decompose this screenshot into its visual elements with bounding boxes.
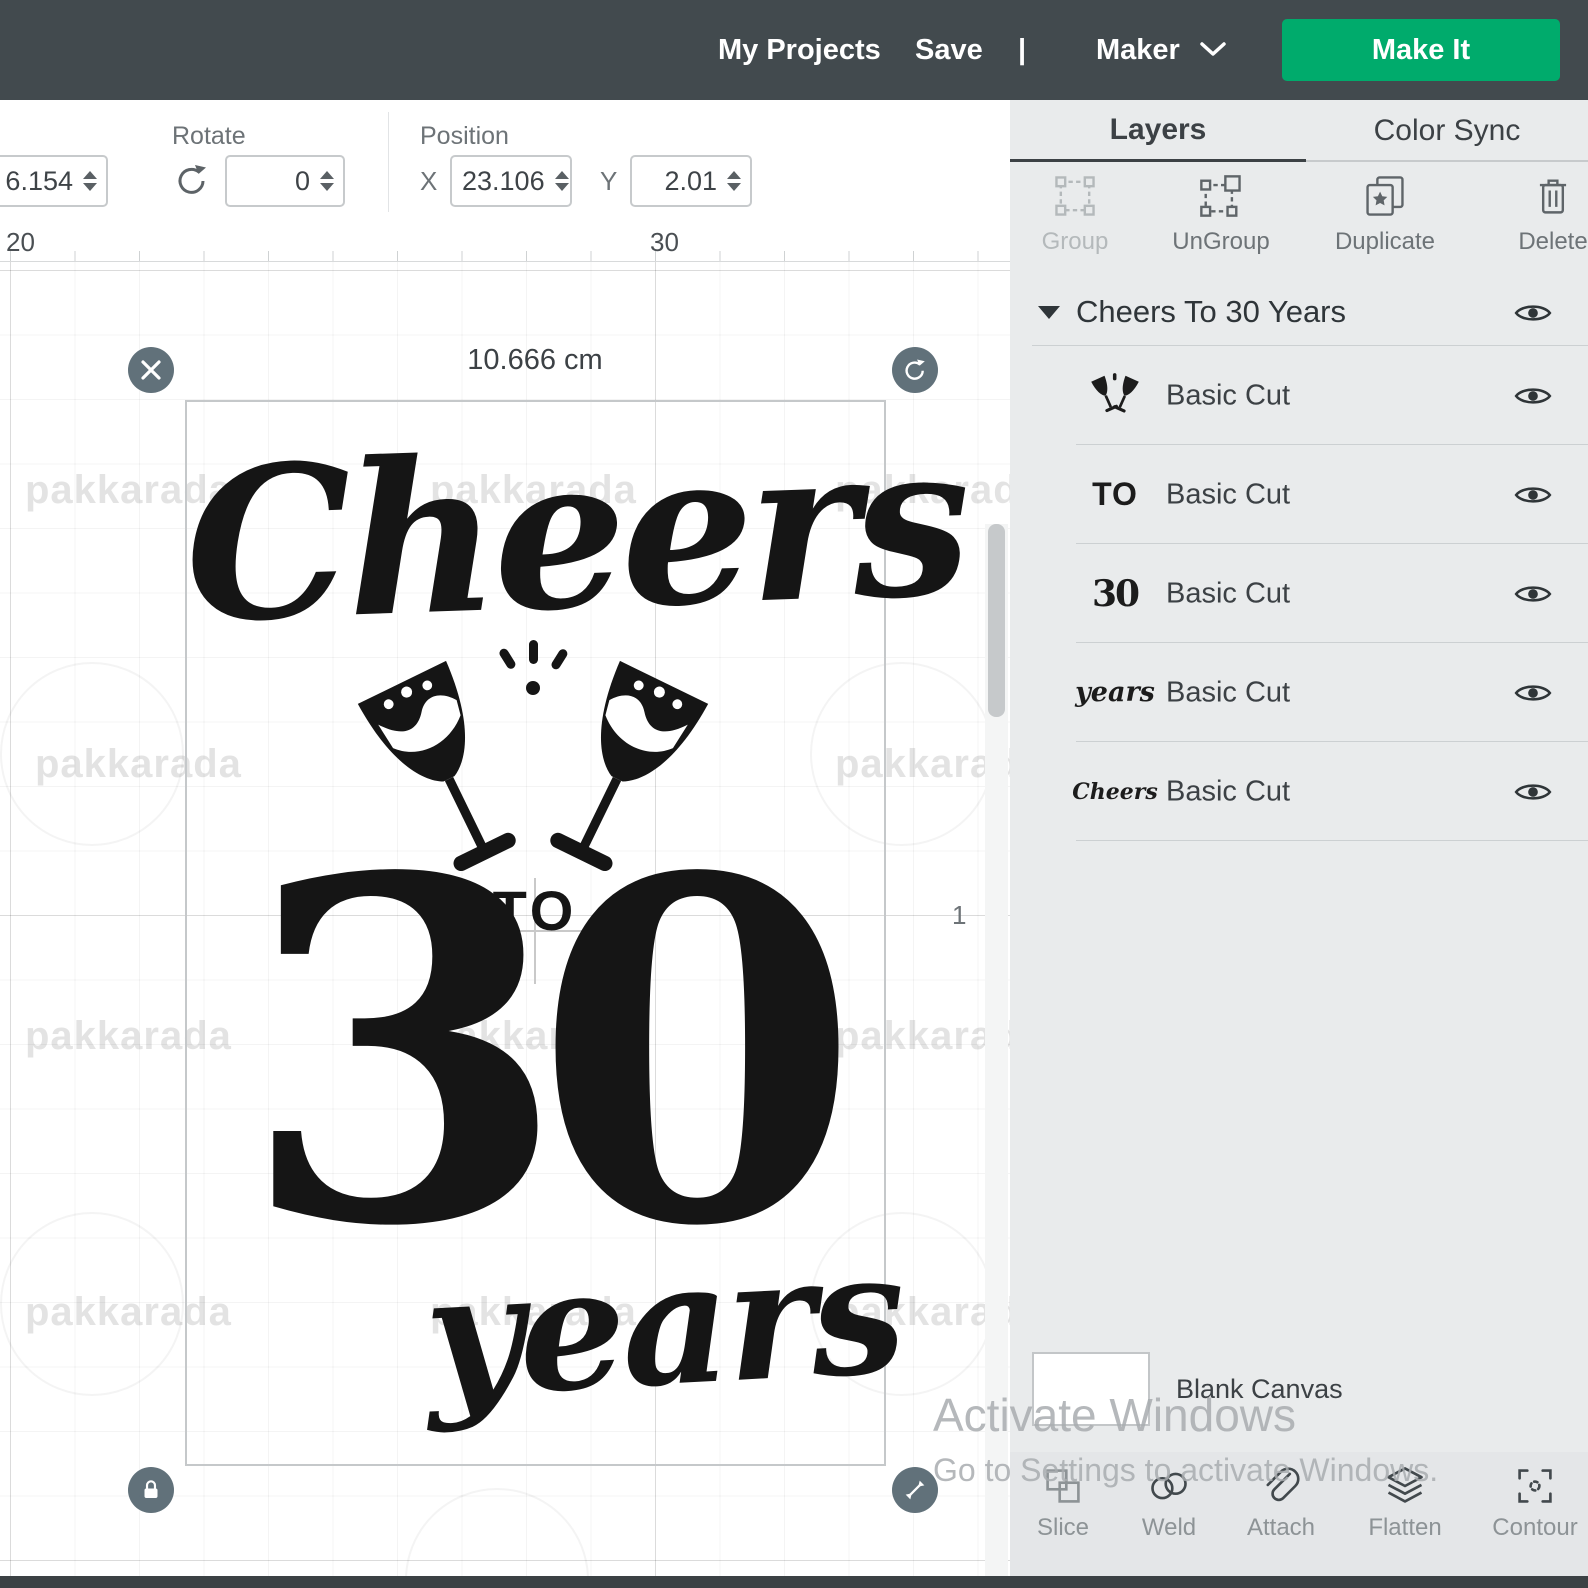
group-button[interactable]: Group (1010, 172, 1140, 256)
layer-thumb-cheers: Cheers (1072, 742, 1158, 841)
design-canvas[interactable]: pakkarada pakkarada pakkarada pakkarada … (0, 262, 1010, 1576)
layer-footer-toolbar: Slice Weld Attach Flatten (1010, 1452, 1588, 1576)
tab-color-sync[interactable]: Color Sync (1306, 100, 1588, 162)
delete-button[interactable]: Delete (1488, 172, 1588, 256)
y-stepper-arrows[interactable] (725, 171, 750, 191)
flatten-button[interactable]: Flatten (1350, 1464, 1460, 1542)
blank-canvas-label: Blank Canvas (1176, 1374, 1343, 1405)
y-axis-label: Y (600, 166, 617, 197)
save-link[interactable]: Save (915, 0, 983, 100)
topbar-divider: | (1018, 0, 1026, 100)
flatten-label: Flatten (1368, 1514, 1441, 1542)
size-value: 6.154 (0, 166, 81, 197)
eye-icon[interactable] (1514, 482, 1552, 508)
sparks-icon (485, 638, 581, 700)
layer-row-cheers[interactable]: Cheers Basic Cut (1010, 742, 1588, 841)
app-window: My Projects Save | Maker Make It 6.154 R… (0, 0, 1588, 1588)
layer-label: Basic Cut (1166, 478, 1290, 511)
position-label: Position (420, 122, 509, 151)
blank-canvas-row[interactable]: Blank Canvas (1010, 1348, 1588, 1448)
chevron-down-icon[interactable] (1038, 306, 1060, 319)
x-axis-label: X (420, 166, 437, 197)
rotate-handle[interactable] (892, 347, 938, 393)
eye-icon[interactable] (1514, 779, 1552, 805)
resize-handle[interactable] (892, 1467, 938, 1513)
slice-label: Slice (1037, 1514, 1089, 1542)
weld-button[interactable]: Weld (1114, 1464, 1224, 1542)
edit-toolbar: 6.154 Rotate 0 Position X 23.106 Y 2.01 (0, 100, 1010, 225)
layer-group-header[interactable]: Cheers To 30 Years (1010, 280, 1588, 346)
layer-label: Basic Cut (1166, 676, 1290, 709)
size-stepper-arrows[interactable] (81, 171, 106, 191)
layer-label: Basic Cut (1166, 577, 1290, 610)
eye-icon[interactable] (1514, 581, 1552, 607)
rotate-label: Rotate (172, 122, 246, 151)
rotate-icon[interactable] (172, 160, 212, 200)
lock-handle[interactable] (128, 1467, 174, 1513)
layer-actions: Group UnGroup Duplicate (1010, 162, 1588, 280)
tab-layers[interactable]: Layers (1010, 100, 1306, 162)
chevron-down-icon[interactable] (1200, 42, 1226, 58)
ungroup-label: UnGroup (1172, 228, 1269, 256)
x-stepper-arrows[interactable] (553, 171, 578, 191)
machine-selector[interactable]: Maker (1096, 0, 1180, 100)
position-y-input[interactable]: 2.01 (630, 155, 752, 207)
layer-row-years[interactable]: years Basic Cut (1010, 643, 1588, 742)
design-text-cheers: Cheers (181, 398, 886, 672)
ruler-tick-30: 30 (650, 227, 679, 258)
layers-panel: Layers Color Sync Group UnGroup (1010, 100, 1588, 1588)
design-object[interactable]: Cheers (185, 400, 882, 1462)
blank-canvas-swatch[interactable] (1032, 1352, 1150, 1426)
contour-button[interactable]: Contour (1480, 1464, 1588, 1542)
canvas-scrollbar (985, 524, 1008, 1576)
weld-label: Weld (1142, 1514, 1196, 1542)
rotate-value: 0 (227, 166, 318, 197)
wreath-decoration (405, 1488, 589, 1576)
layer-thumb-30: 30 (1072, 544, 1158, 643)
design-text-30: 30 (185, 818, 882, 1288)
rotate-input[interactable]: 0 (225, 155, 345, 207)
duplicate-button[interactable]: Duplicate (1320, 172, 1450, 256)
delete-label: Delete (1518, 228, 1587, 256)
cheers-glasses-icon (1072, 346, 1158, 445)
layer-row-glasses[interactable]: Basic Cut (1010, 346, 1588, 445)
layer-thumb-years: years (1072, 643, 1158, 742)
group-label: Group (1042, 228, 1109, 256)
size-input[interactable]: 6.154 (0, 155, 108, 207)
layer-row-to[interactable]: TO Basic Cut (1010, 445, 1588, 544)
position-y-value: 2.01 (632, 166, 725, 197)
layer-label: Basic Cut (1166, 379, 1290, 412)
toolbar-divider (388, 112, 389, 212)
scrollbar-thumb[interactable] (988, 524, 1005, 717)
position-x-value: 23.106 (452, 166, 553, 197)
make-it-button[interactable]: Make It (1282, 19, 1560, 81)
ruler-tick-20: 20 (6, 227, 35, 258)
layer-row-30[interactable]: 30 Basic Cut (1010, 544, 1588, 643)
ruler-side-number: 1 (952, 900, 966, 931)
rotate-stepper-arrows[interactable] (318, 171, 343, 191)
delete-handle[interactable] (128, 347, 174, 393)
eye-icon[interactable] (1514, 680, 1552, 706)
layer-label: Basic Cut (1166, 775, 1290, 808)
window-bottom-edge (0, 1576, 1588, 1588)
design-text-years: years (420, 1218, 889, 1432)
horizontal-ruler: 20 30 (0, 225, 1010, 262)
slice-button[interactable]: Slice (1008, 1464, 1118, 1542)
layer-list: Basic Cut TO Basic Cut 30 Basic Cut (1010, 346, 1588, 841)
eye-icon[interactable] (1514, 383, 1552, 409)
contour-label: Contour (1492, 1514, 1577, 1542)
top-bar: My Projects Save | Maker Make It (0, 0, 1588, 100)
layer-thumb-to: TO (1072, 445, 1158, 544)
duplicate-label: Duplicate (1335, 228, 1435, 256)
position-x-input[interactable]: 23.106 (450, 155, 572, 207)
panel-tab-bar: Layers Color Sync (1010, 100, 1588, 162)
selection-dimension-label: 10.666 cm (375, 344, 695, 377)
ungroup-button[interactable]: UnGroup (1156, 172, 1286, 256)
eye-icon[interactable] (1514, 300, 1552, 326)
my-projects-link[interactable]: My Projects (718, 0, 881, 100)
group-title: Cheers To 30 Years (1076, 294, 1346, 330)
attach-label: Attach (1247, 1514, 1315, 1542)
attach-button[interactable]: Attach (1226, 1464, 1336, 1542)
